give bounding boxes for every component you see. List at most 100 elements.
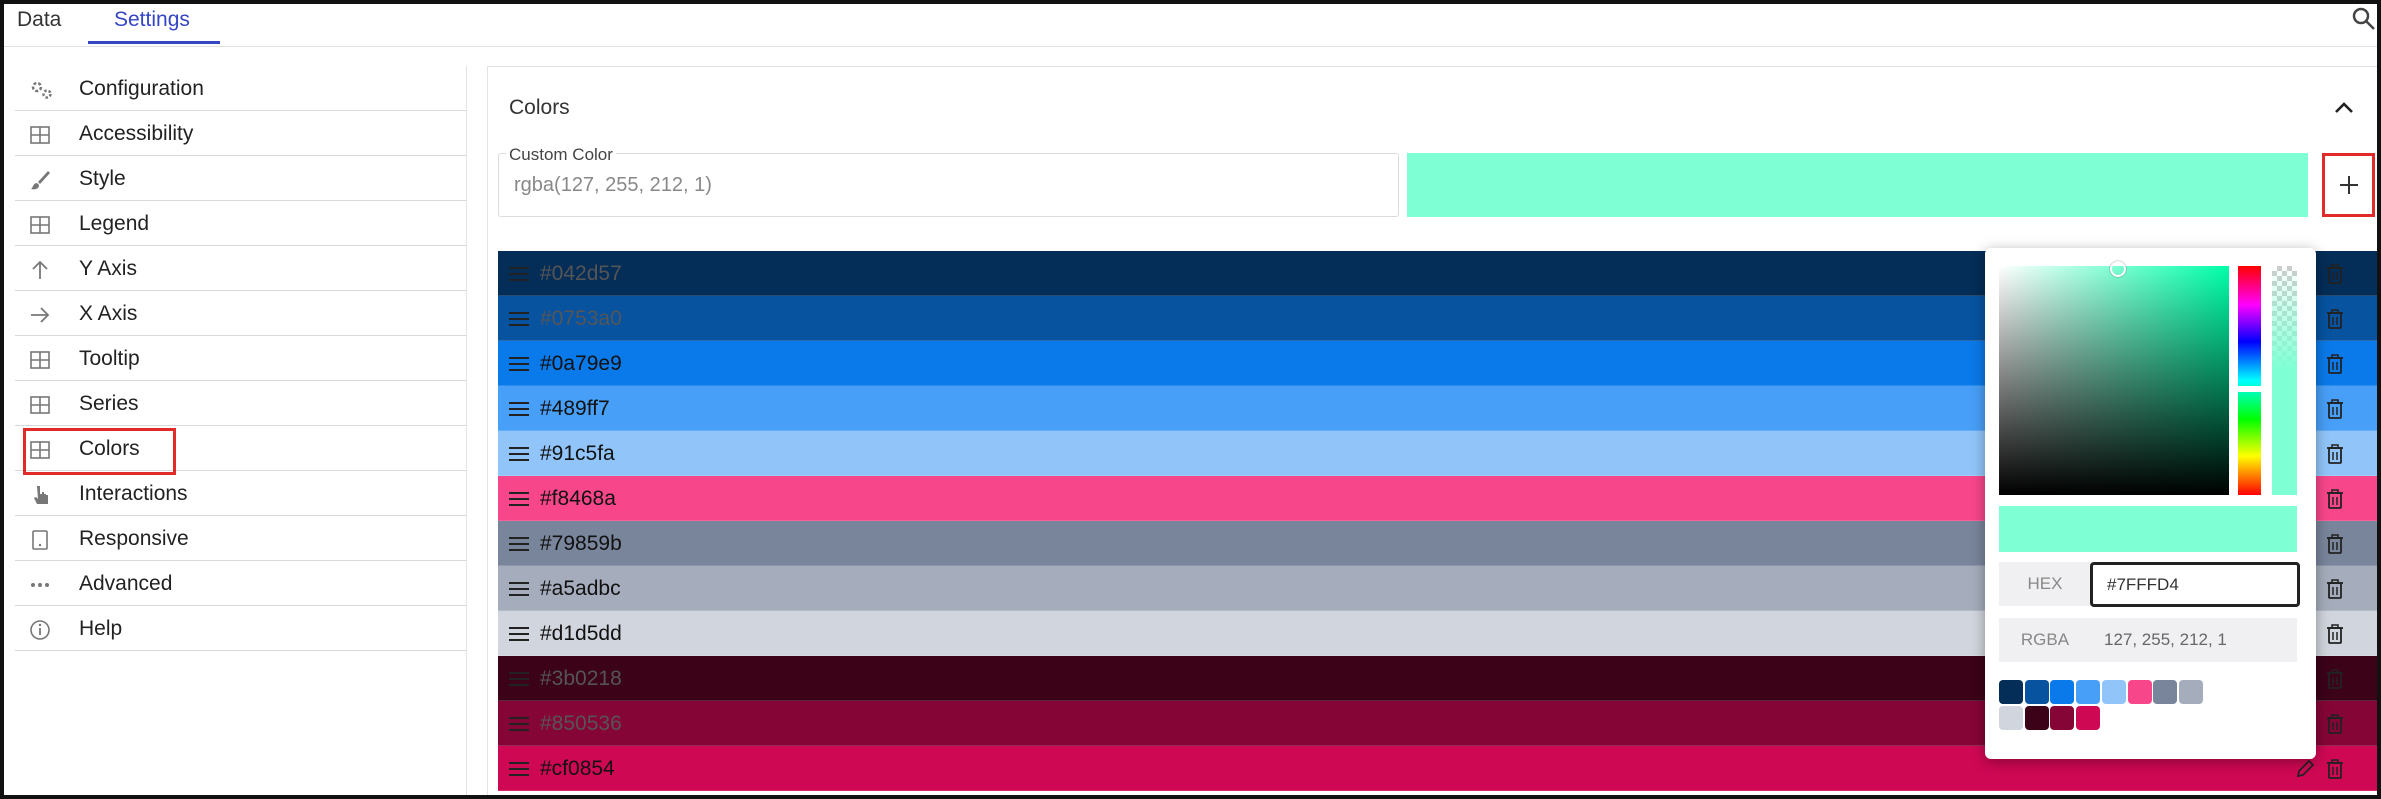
brush-icon (29, 169, 51, 191)
preset-color-swatch[interactable] (2050, 706, 2075, 730)
sidebar-divider (466, 66, 467, 795)
drag-handle-icon[interactable] (508, 265, 530, 283)
hue-slider-handle[interactable] (2237, 386, 2262, 392)
delete-trash-icon[interactable] (2324, 668, 2346, 690)
tab-settings[interactable]: Settings (114, 8, 190, 32)
color-hex-label: #79859b (540, 532, 622, 555)
drag-handle-icon[interactable] (508, 310, 530, 328)
sidebar-item-label: X Axis (79, 302, 138, 325)
color-hex-label: #0753a0 (540, 307, 622, 330)
more-dots-icon (29, 574, 51, 596)
drag-handle-icon[interactable] (508, 355, 530, 373)
sidebar-item-responsive[interactable]: Responsive (15, 516, 466, 561)
preset-color-swatch[interactable] (1999, 706, 2023, 730)
sidebar-item-label: Advanced (79, 572, 173, 595)
add-color-button[interactable] (2322, 153, 2375, 217)
delete-trash-icon[interactable] (2324, 533, 2346, 555)
sidebar-item-label: Configuration (79, 77, 204, 100)
sidebar-item-style[interactable]: Style (15, 156, 466, 201)
search-icon[interactable] (2351, 6, 2377, 32)
grid-icon (29, 439, 51, 461)
drag-handle-icon[interactable] (508, 490, 530, 508)
drag-handle-icon[interactable] (508, 670, 530, 688)
preset-color-swatch[interactable] (2024, 706, 2049, 730)
sidebar-item-label: Tooltip (79, 347, 140, 370)
hex-input[interactable] (2090, 562, 2300, 607)
preset-color-swatch[interactable] (2127, 680, 2152, 704)
alpha-gradient (2272, 266, 2297, 495)
delete-trash-icon[interactable] (2324, 713, 2346, 735)
edit-pencil-icon[interactable] (2294, 758, 2316, 780)
custom-color-preview[interactable] (1407, 153, 2308, 217)
delete-trash-icon[interactable] (2324, 398, 2346, 420)
saturation-area[interactable] (1999, 261, 2229, 495)
sidebar-item-label: Y Axis (79, 257, 137, 280)
sidebar-item-label: Help (79, 617, 123, 640)
delete-trash-icon[interactable] (2324, 263, 2346, 285)
drag-handle-icon[interactable] (508, 580, 530, 598)
rgba-label: RGBA (1999, 618, 2091, 662)
delete-trash-icon[interactable] (2324, 353, 2346, 375)
info-icon (29, 619, 51, 641)
preset-color-swatch[interactable] (2101, 680, 2126, 704)
drag-handle-icon[interactable] (508, 760, 530, 778)
grid-icon (29, 349, 51, 371)
preset-color-swatch[interactable] (2153, 680, 2178, 704)
drag-handle-icon[interactable] (508, 715, 530, 733)
saturation-cursor[interactable] (2110, 261, 2126, 277)
alpha-slider[interactable] (2272, 266, 2297, 495)
sidebar-item-label: Interactions (79, 482, 188, 505)
sidebar-item-x-axis[interactable]: X Axis (15, 291, 466, 336)
color-hex-label: #cf0854 (540, 757, 615, 780)
plus-icon (2339, 176, 2358, 194)
sidebar-item-interactions[interactable]: Interactions (15, 471, 466, 516)
delete-trash-icon[interactable] (2324, 443, 2346, 465)
arrow-right-icon (29, 304, 51, 326)
preset-color-swatch[interactable] (2076, 706, 2101, 730)
drag-handle-icon[interactable] (508, 445, 530, 463)
color-hex-label: #850536 (540, 712, 622, 735)
sidebar-item-accessibility[interactable]: Accessibility (15, 111, 466, 156)
delete-trash-icon[interactable] (2324, 578, 2346, 600)
sidebar-item-series[interactable]: Series (15, 381, 466, 426)
preset-color-swatch[interactable] (2050, 680, 2075, 704)
panel-title: Colors (509, 96, 570, 119)
grid-icon (29, 214, 51, 236)
color-hex-label: #f8468a (540, 487, 616, 510)
custom-color-input[interactable] (514, 174, 1374, 197)
delete-trash-icon[interactable] (2324, 623, 2346, 645)
color-hex-label: #d1d5dd (540, 622, 622, 645)
sidebar-item-label: Style (79, 167, 126, 190)
sidebar-item-advanced[interactable]: Advanced (15, 561, 466, 606)
pointer-hand-icon (29, 484, 51, 506)
drag-handle-icon[interactable] (508, 625, 530, 643)
device-icon (29, 529, 51, 551)
delete-trash-icon[interactable] (2324, 758, 2346, 780)
delete-trash-icon[interactable] (2324, 308, 2346, 330)
collapse-chevron-icon[interactable] (2329, 93, 2359, 123)
preset-color-swatch[interactable] (2178, 680, 2203, 704)
grid-icon (29, 124, 51, 146)
sidebar-item-configuration[interactable]: Configuration (15, 66, 466, 111)
preset-color-swatch[interactable] (2024, 680, 2049, 704)
drag-handle-icon[interactable] (508, 535, 530, 553)
rgba-input[interactable] (2090, 618, 2297, 662)
hue-slider[interactable] (2237, 266, 2262, 495)
preset-color-swatch[interactable] (2076, 680, 2101, 704)
color-hex-label: #0a79e9 (540, 352, 622, 375)
sidebar-item-label: Accessibility (79, 122, 194, 145)
sidebar-item-tooltip[interactable]: Tooltip (15, 336, 466, 381)
active-tab-indicator (88, 41, 220, 44)
preset-color-swatch[interactable] (1999, 680, 2023, 704)
app-window: Data Settings Configuration Accessibility… (0, 0, 2381, 799)
sidebar-item-legend[interactable]: Legend (15, 201, 466, 246)
hex-label: HEX (1999, 562, 2091, 606)
tab-data[interactable]: Data (17, 8, 61, 32)
sidebar-item-colors[interactable]: Colors (15, 426, 466, 475)
tab-bar: Data Settings (4, 4, 2377, 47)
delete-trash-icon[interactable] (2324, 488, 2346, 510)
sidebar-item-help[interactable]: Help (15, 606, 466, 651)
color-hex-label: #91c5fa (540, 442, 615, 465)
drag-handle-icon[interactable] (508, 400, 530, 418)
sidebar-item-y-axis[interactable]: Y Axis (15, 246, 466, 291)
